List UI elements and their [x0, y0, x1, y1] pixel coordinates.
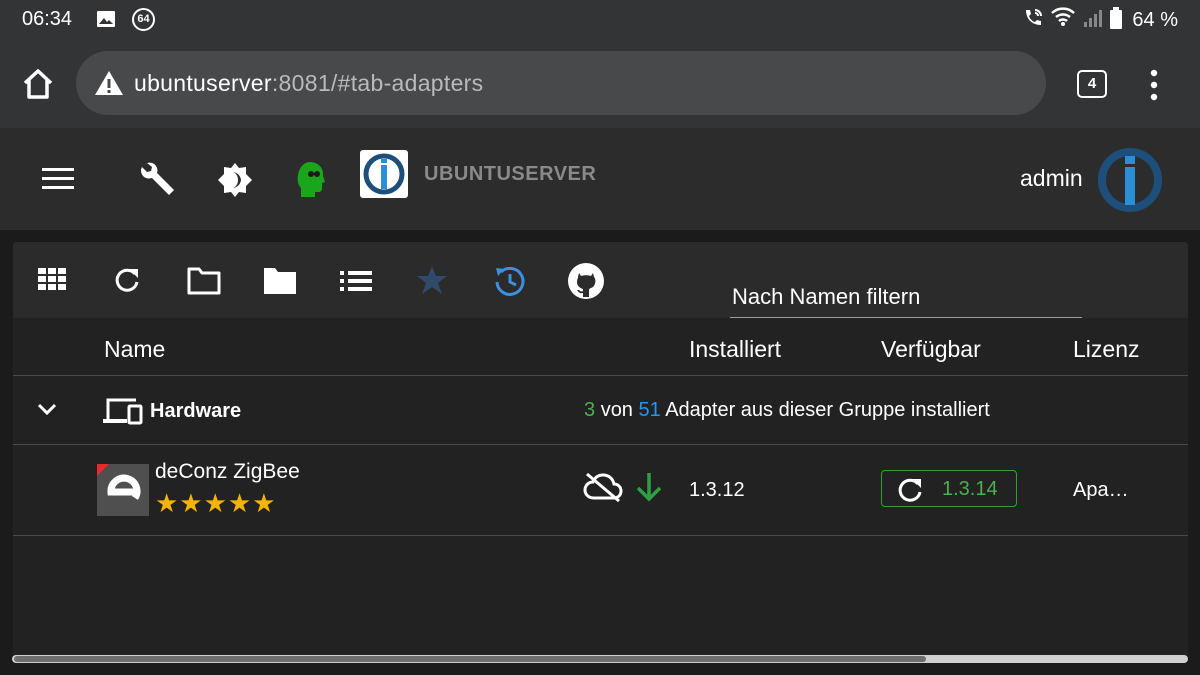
address-bar[interactable]: ubuntuserver:8081/#tab-adapters	[76, 51, 1046, 115]
rating-stars: ★★★★★	[155, 488, 277, 518]
user-avatar-logo-icon[interactable]	[1096, 146, 1164, 219]
installed-version: 1.3.12	[689, 479, 745, 501]
installed-count: 3	[584, 399, 596, 421]
status-indicators: 64 %	[1022, 6, 1178, 35]
github-icon[interactable]	[567, 262, 605, 305]
summary-connector: von	[600, 399, 633, 421]
column-available[interactable]: Verfügbar	[881, 336, 981, 363]
available-version: 1.3.14	[942, 478, 998, 500]
wrench-icon[interactable]	[138, 160, 178, 203]
update-refresh-icon	[898, 478, 922, 502]
battery-icon	[1110, 7, 1123, 34]
column-name[interactable]: Name	[104, 336, 165, 363]
image-notification-icon	[96, 10, 116, 33]
table-header: Name Installiert Verfügbar Lizenz	[13, 318, 1188, 376]
group-row-hardware[interactable]: Hardware 3 von 51 Adapter aus dieser Gru…	[13, 377, 1188, 445]
battery-percent: 64 %	[1132, 9, 1178, 31]
notification-badge: 64	[132, 8, 155, 31]
name-filter-input[interactable]	[730, 276, 1082, 317]
host-name: UBUNTUSERVER	[424, 163, 597, 185]
url-host: ubuntuserver	[134, 70, 272, 96]
group-summary: 3 von 51 Adapter aus dieser Gruppe insta…	[584, 399, 990, 422]
status-bar: 06:34 64 64 %	[0, 0, 1200, 40]
tab-switcher-button[interactable]: 4	[1077, 70, 1107, 98]
more-menu-icon[interactable]	[1144, 68, 1164, 102]
update-button[interactable]: 1.3.14	[881, 470, 1017, 507]
cloud-off-icon	[583, 472, 623, 507]
app-header: UBUNTUSERVER admin	[0, 128, 1200, 230]
folder-icon[interactable]	[263, 267, 297, 300]
refresh-icon[interactable]	[113, 266, 141, 299]
status-time: 06:34	[22, 8, 73, 30]
wifi-call-icon	[1022, 7, 1044, 34]
adapter-name[interactable]: deConz ZigBee	[155, 460, 300, 484]
adapters-panel: Name Installiert Verfügbar Lizenz Hardwa…	[13, 242, 1188, 662]
list-icon[interactable]	[340, 270, 372, 297]
hamburger-menu-icon[interactable]	[42, 168, 74, 195]
horizontal-scrollbar-thumb[interactable]	[14, 656, 926, 662]
expert-mode-icon[interactable]	[296, 160, 326, 203]
iobroker-logo	[360, 150, 408, 198]
devices-icon	[103, 397, 143, 430]
update-clock-icon[interactable]	[493, 264, 527, 303]
user-name: admin	[1020, 165, 1083, 191]
star-icon[interactable]	[416, 265, 448, 300]
total-count: 51	[638, 399, 661, 421]
browser-toolbar: ubuntuserver:8081/#tab-adapters 4	[0, 40, 1200, 128]
warning-icon[interactable]	[94, 69, 124, 102]
url-text[interactable]: ubuntuserver:8081/#tab-adapters	[134, 70, 483, 97]
signal-icon	[1082, 7, 1104, 34]
license-text: Apa…	[1073, 479, 1129, 501]
grid-view-icon[interactable]	[38, 268, 66, 295]
download-arrow-icon[interactable]	[634, 472, 664, 507]
wifi-icon	[1050, 6, 1076, 35]
group-name: Hardware	[150, 400, 242, 422]
column-installed[interactable]: Installiert	[689, 336, 781, 363]
chevron-down-icon[interactable]	[37, 403, 57, 422]
folder-outline-icon[interactable]	[187, 267, 221, 300]
url-path: :8081/#tab-adapters	[271, 70, 484, 96]
deconz-logo-icon	[97, 464, 149, 516]
home-icon[interactable]	[18, 64, 58, 104]
adapter-row-deconz[interactable]: deConz ZigBee ★★★★★ 1.3.12 1.3.14 Apa…	[13, 446, 1188, 536]
name-filter[interactable]	[730, 276, 1082, 318]
theme-toggle-icon[interactable]	[217, 162, 253, 203]
summary-suffix: Adapter aus dieser Gruppe installiert	[665, 399, 990, 421]
adapters-toolbar	[13, 242, 1188, 318]
column-license[interactable]: Lizenz	[1073, 336, 1139, 363]
